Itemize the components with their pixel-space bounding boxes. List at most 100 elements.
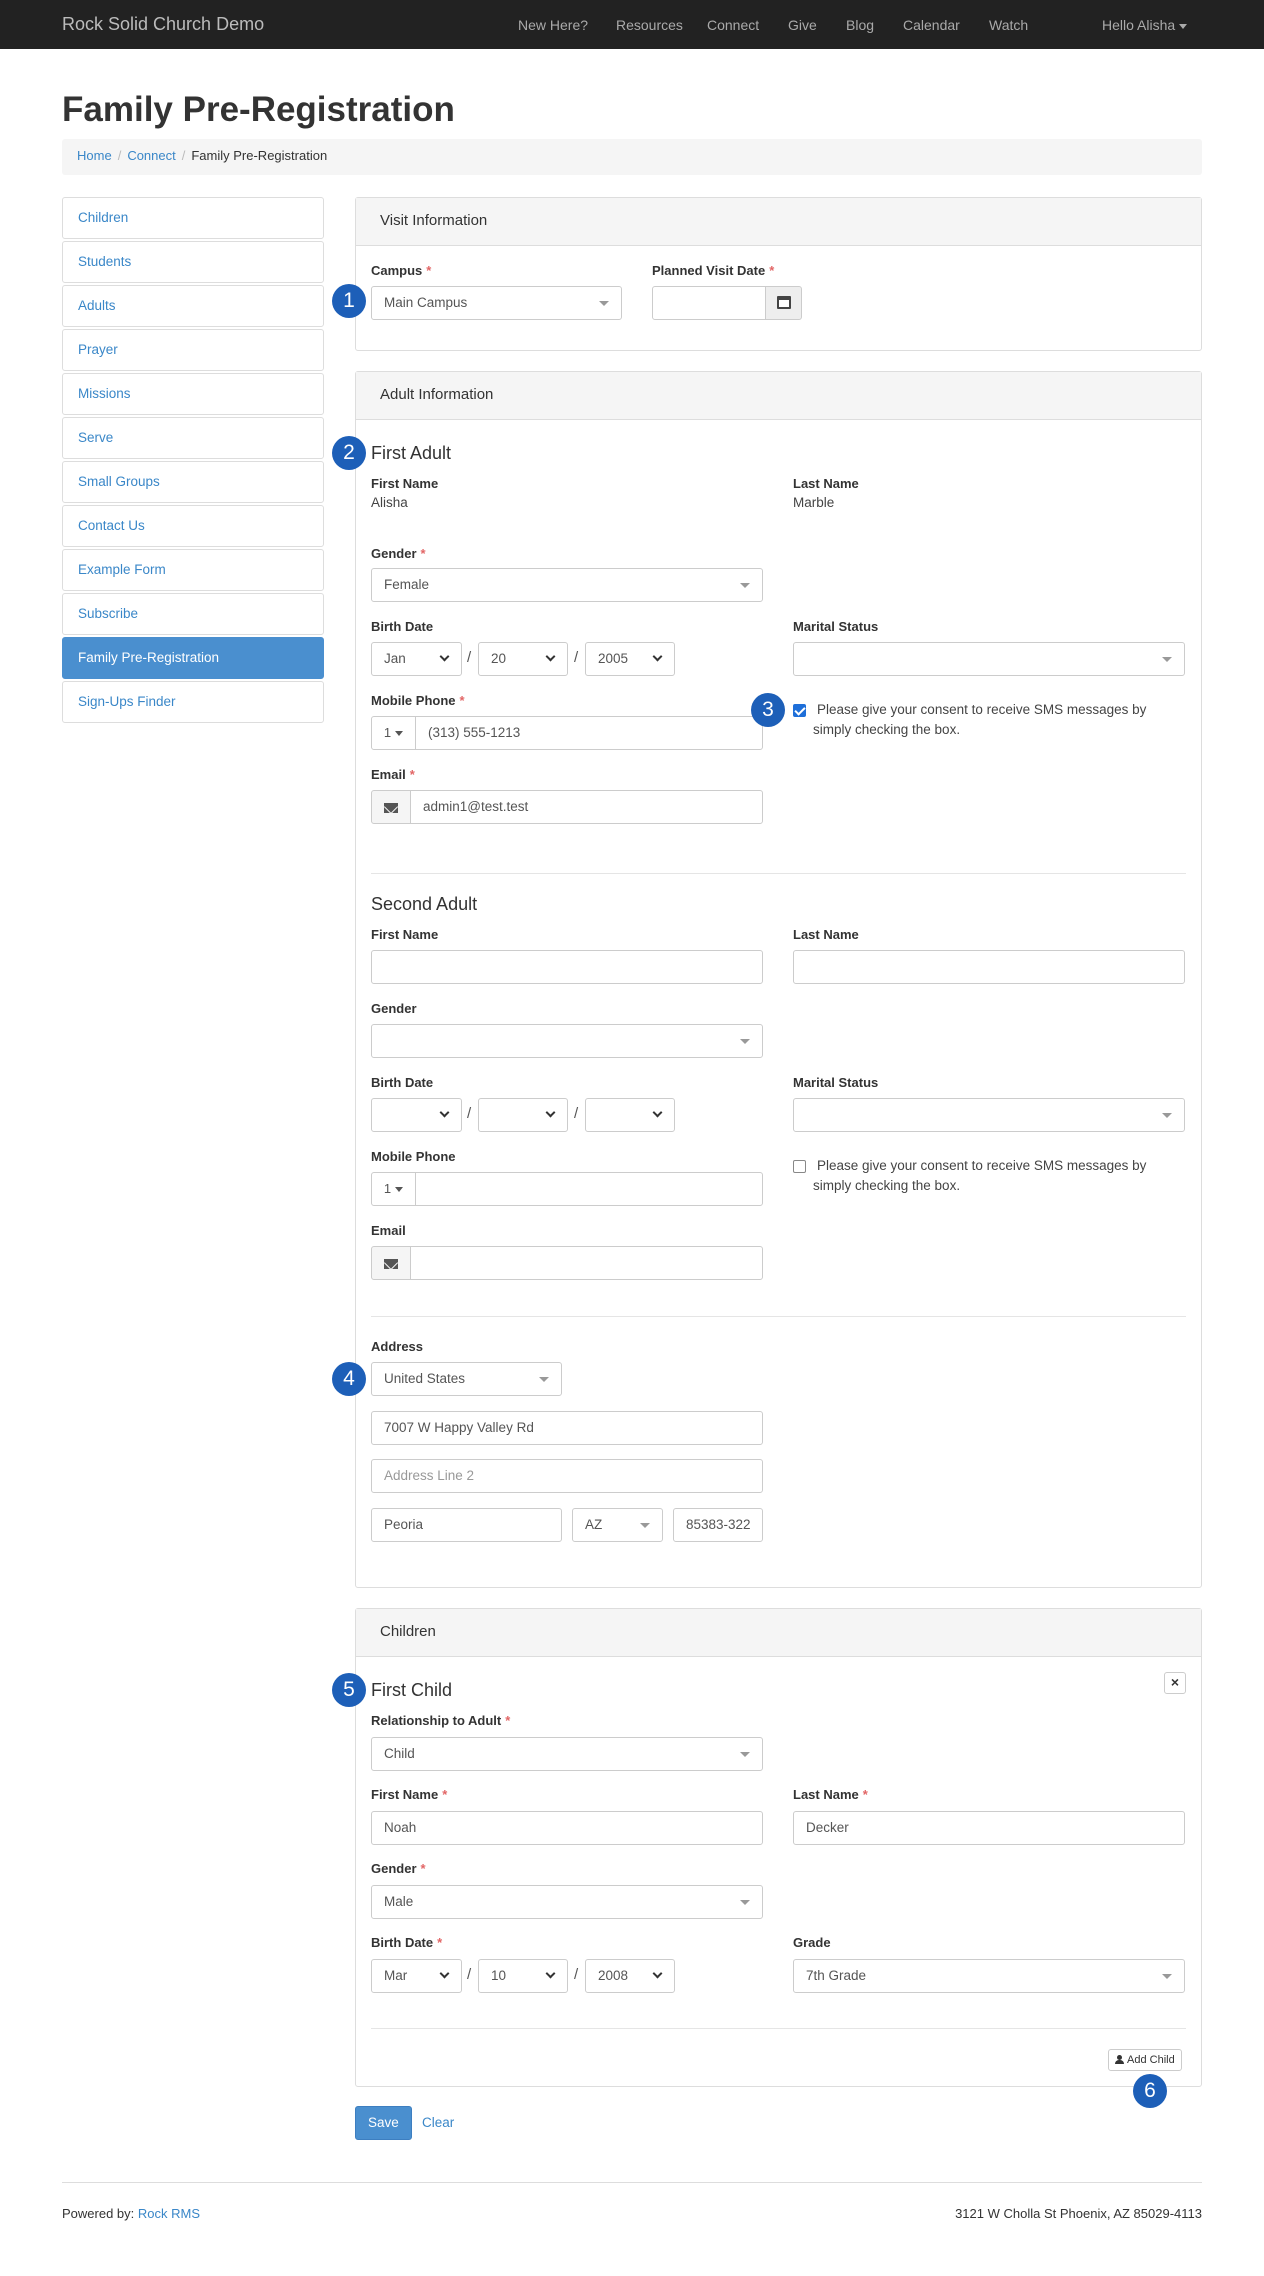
second-adult-email-input[interactable] — [410, 1246, 763, 1280]
second-adult-first-name-label: First Name — [371, 927, 439, 942]
user-menu[interactable]: Hello Alisha — [1102, 17, 1188, 33]
callout-badge-6: 6 — [1133, 2074, 1167, 2108]
child-birth-date-label: Birth Date * — [371, 1935, 443, 1950]
first-adult-birth-month-select[interactable]: Jan — [371, 642, 462, 676]
child-gender-select[interactable]: Male — [371, 1885, 763, 1919]
sidebar-item-family-pre-registration[interactable]: Family Pre-Registration — [62, 637, 324, 679]
close-icon: × — [1170, 1674, 1180, 1690]
envelope-icon — [384, 1258, 398, 1269]
calendar-icon — [777, 296, 791, 309]
child-grade-label: Grade — [793, 1935, 831, 1950]
sidebar-item-students[interactable]: Students — [62, 241, 324, 283]
calendar-button[interactable] — [765, 286, 802, 320]
address-country-select[interactable]: United States — [371, 1362, 562, 1396]
address-line1-input[interactable]: 7007 W Happy Valley Rd — [371, 1411, 763, 1445]
first-adult-email-input[interactable]: admin1@test.test — [410, 790, 763, 824]
child-birth-month-select[interactable]: Mar — [371, 1959, 462, 1993]
address-zip-input[interactable]: 85383-322 — [673, 1508, 763, 1542]
chevron-down-icon — [395, 1187, 404, 1193]
second-adult-first-name-input[interactable] — [371, 950, 763, 984]
nav-connect[interactable]: Connect — [707, 17, 759, 33]
sidebar-item-serve[interactable]: Serve — [62, 417, 324, 459]
breadcrumb-connect[interactable]: Connect — [127, 148, 175, 163]
date-separator: / — [574, 1966, 579, 1983]
sidebar-item-example-form[interactable]: Example Form — [62, 549, 324, 591]
nav-blog[interactable]: Blog — [846, 17, 874, 33]
first-adult-birth-year-select[interactable]: 2005 — [585, 642, 675, 676]
date-separator: / — [467, 1105, 472, 1122]
campus-select[interactable]: Main Campus — [371, 286, 622, 320]
save-button[interactable]: Save — [355, 2106, 412, 2140]
second-adult-mobile-phone-input[interactable] — [415, 1172, 763, 1206]
callout-badge-3: 3 — [751, 693, 785, 727]
first-adult-gender-select[interactable]: Female — [371, 568, 763, 602]
relationship-select[interactable]: Child — [371, 1737, 763, 1771]
child-grade-select[interactable]: 7th Grade — [793, 1959, 1185, 1993]
sidebar-item-missions[interactable]: Missions — [62, 373, 324, 415]
first-adult-sms-consent-checkbox[interactable] — [793, 704, 806, 717]
first-adult-mobile-phone-input[interactable]: (313) 555-1213 — [415, 716, 763, 750]
dropdown-arrow-icon — [740, 583, 750, 588]
sidebar-item-children[interactable]: Children — [62, 197, 324, 239]
page-title: Family Pre-Registration — [62, 90, 455, 129]
second-adult-birth-month-select[interactable] — [371, 1098, 462, 1132]
child-birth-day-select[interactable]: 10 — [478, 1959, 568, 1993]
second-adult-marital-status-select[interactable] — [793, 1098, 1185, 1132]
chevron-down-icon — [439, 1968, 450, 1979]
first-adult-birth-day-select[interactable]: 20 — [478, 642, 568, 676]
chevron-down-icon — [545, 1107, 556, 1118]
address-state-select[interactable]: AZ — [572, 1508, 663, 1542]
second-adult-phone-country-select[interactable]: 1 — [371, 1172, 416, 1206]
second-adult-gender-select[interactable] — [371, 1024, 763, 1058]
address-line2-input[interactable]: Address Line 2 — [371, 1459, 763, 1493]
planned-visit-date-label: Planned Visit Date * — [652, 263, 775, 278]
child-first-name-label: First Name * — [371, 1787, 448, 1802]
nav-give[interactable]: Give — [788, 17, 817, 33]
children-panel: Children — [355, 1608, 1202, 2087]
first-adult-birth-date-label: Birth Date — [371, 619, 434, 634]
second-adult-last-name-input[interactable] — [793, 950, 1185, 984]
nav-new-here[interactable]: New Here? — [518, 17, 588, 33]
first-adult-phone-country-select[interactable]: 1 — [371, 716, 416, 750]
nav-watch[interactable]: Watch — [989, 17, 1028, 33]
add-child-button[interactable]: Add Child — [1108, 2049, 1182, 2071]
second-adult-sms-consent-checkbox[interactable] — [793, 1160, 806, 1173]
clear-link[interactable]: Clear — [422, 2115, 454, 2130]
second-adult-birth-day-select[interactable] — [478, 1098, 568, 1132]
chevron-down-icon — [545, 651, 556, 662]
first-adult-marital-status-select[interactable] — [793, 642, 1185, 676]
sidebar-item-small-groups[interactable]: Small Groups — [62, 461, 324, 503]
address-city-input[interactable]: Peoria — [371, 1508, 562, 1542]
second-adult-last-name-label: Last Name — [793, 927, 859, 942]
child-first-name-input[interactable]: Noah — [371, 1811, 763, 1845]
second-adult-gender-label: Gender — [371, 1001, 417, 1016]
breadcrumb-separator: / — [117, 148, 122, 163]
date-separator: / — [467, 1966, 472, 1983]
planned-visit-date-input[interactable] — [652, 286, 766, 320]
second-adult-email-label: Email — [371, 1223, 406, 1238]
remove-child-button[interactable]: × — [1164, 1672, 1186, 1694]
rock-rms-link[interactable]: Rock RMS — [138, 2206, 200, 2221]
site-brand[interactable]: Rock Solid Church Demo — [62, 14, 264, 35]
sidebar-item-subscribe[interactable]: Subscribe — [62, 593, 324, 635]
sidebar-item-sign-ups-finder[interactable]: Sign-Ups Finder — [62, 681, 324, 723]
breadcrumb-separator: / — [181, 148, 186, 163]
nav-calendar[interactable]: Calendar — [903, 17, 960, 33]
sidebar-item-adults[interactable]: Adults — [62, 285, 324, 327]
dropdown-arrow-icon — [740, 1752, 750, 1757]
child-birth-year-select[interactable]: 2008 — [585, 1959, 675, 1993]
footer-address: 3121 W Cholla St Phoenix, AZ 85029-4113 — [955, 2206, 1202, 2221]
child-last-name-input[interactable]: Decker — [793, 1811, 1185, 1845]
callout-badge-1: 1 — [332, 284, 366, 318]
sidebar-item-prayer[interactable]: Prayer — [62, 329, 324, 371]
email-addon — [371, 1246, 411, 1280]
sidebar-item-contact-us[interactable]: Contact Us — [62, 505, 324, 547]
breadcrumb: Home / Connect / Family Pre-Registration — [62, 139, 1202, 175]
nav-resources[interactable]: Resources — [616, 17, 683, 33]
first-child-heading: First Child — [371, 1680, 453, 1700]
user-menu-label: Hello Alisha — [1102, 17, 1176, 33]
second-adult-birth-year-select[interactable] — [585, 1098, 675, 1132]
first-adult-last-name: Marble — [793, 495, 835, 510]
dropdown-arrow-icon — [1162, 1974, 1172, 1979]
breadcrumb-home[interactable]: Home — [77, 148, 112, 163]
